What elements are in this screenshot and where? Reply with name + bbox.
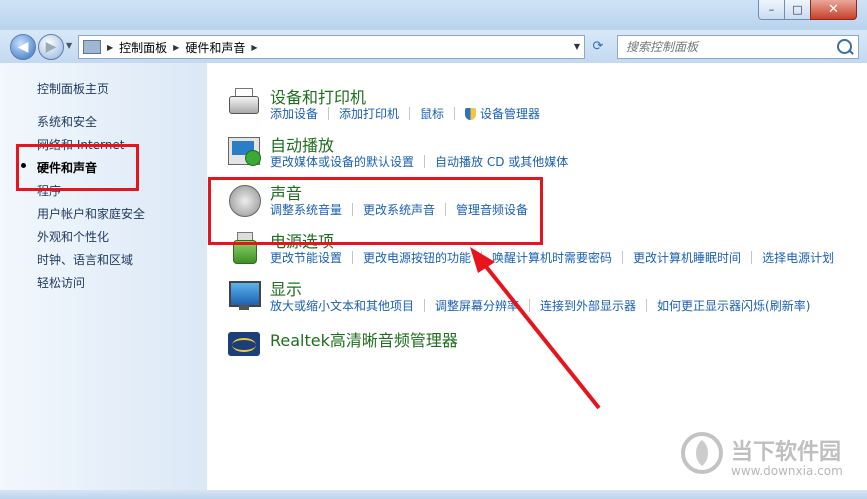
window-bottom-border — [0, 490, 867, 499]
annotation-arrow — [470, 247, 601, 410]
control-panel-window: – □ ✕ ◀ ▶ ▼ ▶ 控制面板 ▶ 硬件和声音 ▶ ▼ ⟳ 控制面板主页 … — [0, 0, 867, 499]
watermark-name: 当下软件园 — [731, 440, 842, 465]
watermark-logo-icon — [681, 432, 723, 474]
watermark-url: www.downxia.com — [731, 464, 843, 478]
